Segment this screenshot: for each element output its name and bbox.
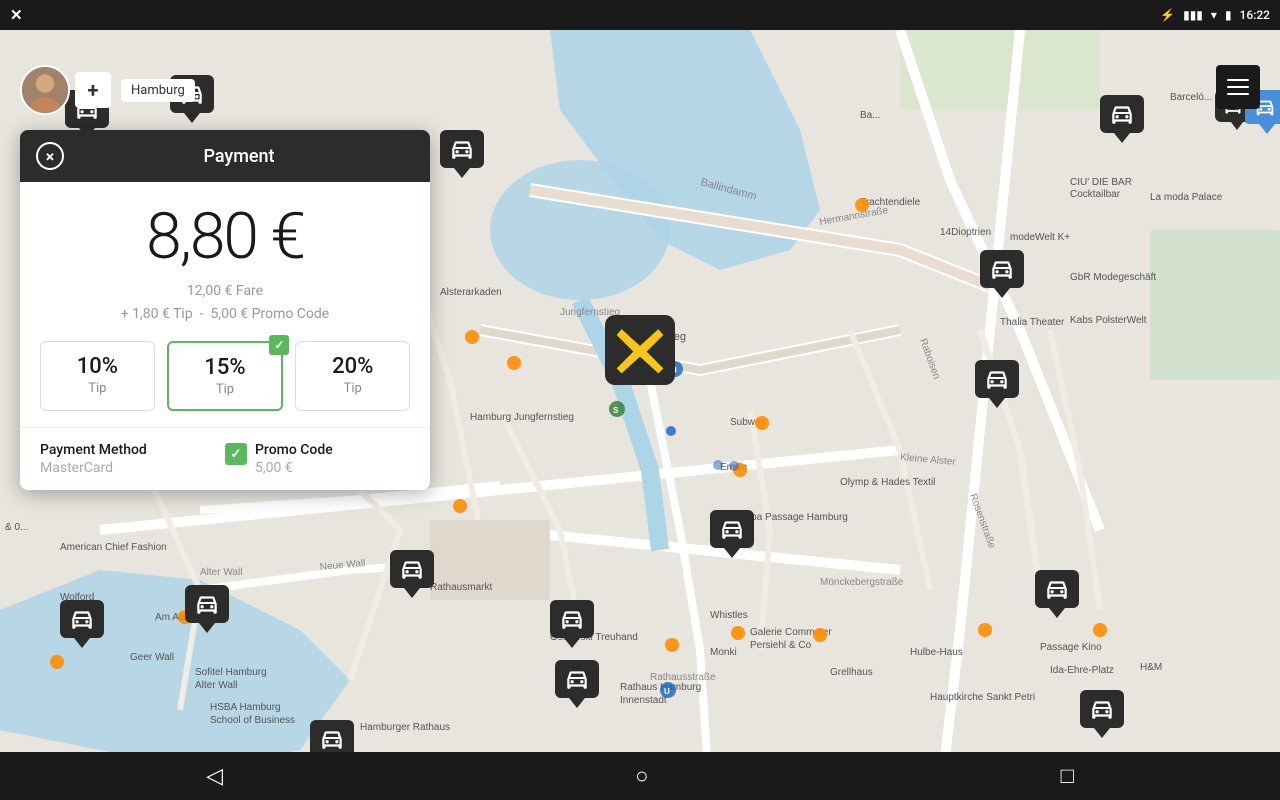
home-button[interactable]: ○ bbox=[635, 763, 648, 789]
payment-title: Payment bbox=[64, 146, 414, 167]
taxi-marker-3[interactable] bbox=[980, 250, 1024, 300]
svg-text:Hamburger Rathaus: Hamburger Rathaus bbox=[360, 722, 450, 733]
svg-text:Trachtendiele: Trachtendiele bbox=[860, 197, 921, 208]
tip-10-button[interactable]: 10% Tip bbox=[40, 341, 155, 411]
signal-icon: ▮▮▮ bbox=[1183, 8, 1203, 22]
svg-text:Monki: Monki bbox=[710, 647, 737, 658]
svg-text:Sofitel Hamburg: Sofitel Hamburg bbox=[195, 667, 267, 678]
svg-text:CIU' DIE BAR: CIU' DIE BAR bbox=[1070, 177, 1132, 188]
svg-text:Whistles: Whistles bbox=[710, 610, 748, 621]
promo-code-section[interactable]: ✓ Promo Code 5,00 € bbox=[225, 442, 410, 476]
taxi-marker-1[interactable] bbox=[440, 130, 484, 180]
svg-text:Grellhaus: Grellhaus bbox=[830, 667, 873, 678]
svg-text:Hauptkirche Sankt Petri: Hauptkirche Sankt Petri bbox=[930, 692, 1035, 703]
svg-text:H&M: H&M bbox=[1140, 662, 1162, 673]
menu-button[interactable] bbox=[1216, 65, 1260, 109]
svg-text:HSBA Hamburg: HSBA Hamburg bbox=[210, 702, 281, 713]
svg-text:14Dioptrien: 14Dioptrien bbox=[940, 227, 991, 238]
svg-text:La moda Palace: La moda Palace bbox=[1150, 192, 1223, 203]
taxi-marker-9[interactable] bbox=[550, 600, 594, 650]
svg-text:GbR Modegeschäft: GbR Modegeschäft bbox=[1070, 272, 1156, 283]
svg-text:American Chief Fashion: American Chief Fashion bbox=[60, 542, 167, 553]
svg-text:U: U bbox=[664, 687, 670, 696]
svg-text:Ida-Ehre-Platz: Ida-Ehre-Platz bbox=[1050, 665, 1114, 676]
payment-footer: Payment Method MasterCard ✓ Promo Code 5… bbox=[20, 427, 430, 490]
taxi-marker-8[interactable] bbox=[390, 550, 434, 600]
taxi-marker-17[interactable] bbox=[555, 660, 599, 710]
promo-check-icon: ✓ bbox=[225, 443, 247, 465]
tip-check-icon: ✓ bbox=[269, 335, 289, 355]
add-destination-button[interactable]: + bbox=[75, 72, 111, 108]
svg-text:Mönckebergstraße: Mönckebergstraße bbox=[820, 577, 904, 588]
payment-method-title: Payment Method bbox=[40, 442, 225, 458]
svg-text:Thalia Theater: Thalia Theater bbox=[1000, 317, 1065, 328]
svg-text:School of Business: School of Business bbox=[210, 715, 295, 726]
svg-text:modeWelt K+: modeWelt K+ bbox=[1010, 232, 1070, 243]
svg-text:Alter Wall: Alter Wall bbox=[195, 680, 237, 691]
battery-icon: ▮ bbox=[1225, 8, 1232, 22]
svg-text:Olymp & Hades Textil: Olymp & Hades Textil bbox=[840, 477, 935, 488]
svg-text:Rathausmarkt: Rathausmarkt bbox=[430, 582, 492, 593]
close-button[interactable]: × bbox=[36, 142, 64, 170]
status-bar: ✕ ⚡ ▮▮▮ ▾ ▮ 16:22 bbox=[0, 0, 1280, 30]
tip-options: 10% Tip ✓ 15% Tip 20% Tip bbox=[40, 341, 410, 411]
taxi-marker-5[interactable] bbox=[710, 510, 754, 560]
payment-header: × Payment bbox=[20, 130, 430, 182]
payment-body: 8,80 € 12,00 € Fare + 1,80 € Tip - 5,00 … bbox=[20, 182, 430, 427]
svg-text:Cocktailbar: Cocktailbar bbox=[1070, 189, 1121, 200]
payment-method-value: MasterCard bbox=[40, 460, 225, 476]
taxi-marker-16[interactable] bbox=[60, 600, 104, 650]
avatar[interactable] bbox=[20, 65, 70, 115]
tip-20-button[interactable]: 20% Tip bbox=[295, 341, 410, 411]
taxi-marker-7[interactable] bbox=[185, 585, 229, 635]
menu-line-1 bbox=[1227, 79, 1249, 81]
taxi-marker-6[interactable] bbox=[1035, 570, 1079, 620]
svg-text:Hulbe-Haus: Hulbe-Haus bbox=[910, 647, 963, 658]
back-button[interactable]: ◁ bbox=[206, 764, 223, 789]
svg-text:Persiehl & Co: Persiehl & Co bbox=[750, 640, 812, 651]
svg-text:S: S bbox=[613, 406, 619, 415]
promo-code-value: 5,00 € bbox=[255, 460, 333, 476]
svg-text:& 0...: & 0... bbox=[5, 522, 28, 533]
svg-text:Alsterarkaden: Alsterarkaden bbox=[440, 287, 502, 298]
main-logo-marker bbox=[605, 315, 675, 385]
android-navigation-bar: ◁ ○ □ bbox=[0, 752, 1280, 800]
promo-code-title: Promo Code bbox=[255, 442, 333, 458]
taxi-marker-4[interactable] bbox=[975, 360, 1019, 410]
recent-apps-button[interactable]: □ bbox=[1061, 763, 1074, 789]
svg-text:Kabs PolsterWelt: Kabs PolsterWelt bbox=[1070, 315, 1147, 326]
wifi-icon: ▾ bbox=[1211, 8, 1217, 22]
menu-line-3 bbox=[1227, 93, 1249, 95]
menu-line-2 bbox=[1227, 86, 1249, 88]
svg-text:Geer Wall: Geer Wall bbox=[130, 652, 174, 663]
bluetooth-icon: ⚡ bbox=[1160, 8, 1175, 22]
taxi-marker-10[interactable] bbox=[1080, 690, 1124, 740]
location-label: Hamburg bbox=[121, 79, 195, 102]
payment-panel: × Payment 8,80 € 12,00 € Fare + 1,80 € T… bbox=[20, 130, 430, 490]
time-display: 16:22 bbox=[1240, 8, 1270, 22]
payment-method-section[interactable]: Payment Method MasterCard bbox=[40, 442, 225, 476]
price-main: 8,80 € bbox=[40, 202, 410, 272]
map-navigation: + Hamburg bbox=[0, 60, 1280, 120]
svg-text:Innenstadt: Innenstadt bbox=[620, 695, 667, 706]
tip-15-button[interactable]: ✓ 15% Tip bbox=[167, 341, 284, 411]
svg-text:Passage Kino: Passage Kino bbox=[1040, 642, 1102, 653]
svg-text:Hamburg Jungfernstieg: Hamburg Jungfernstieg bbox=[470, 412, 574, 423]
x-logo: ✕ bbox=[10, 6, 23, 24]
price-detail: 12,00 € Fare + 1,80 € Tip - 5,00 € Promo… bbox=[40, 280, 410, 325]
svg-text:Alter Wall: Alter Wall bbox=[200, 567, 242, 578]
map-container: Ballindamm Jungfernstieg Hermannstraße R… bbox=[0, 30, 1280, 800]
